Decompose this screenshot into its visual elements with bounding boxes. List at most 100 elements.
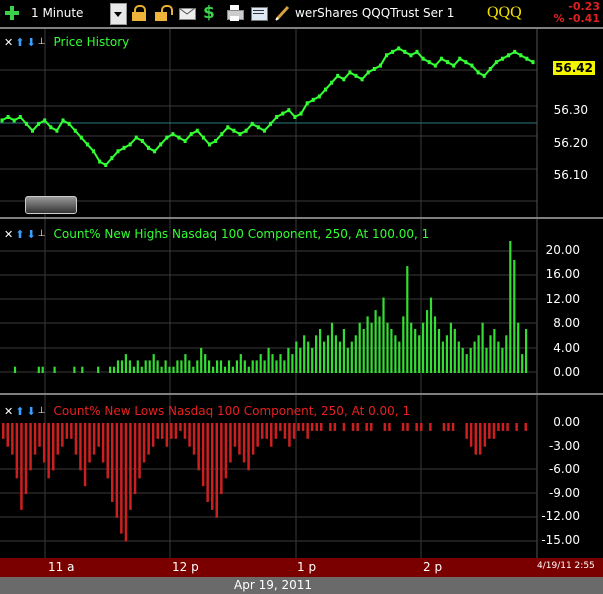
highs-bar bbox=[263, 360, 266, 373]
lows-bar bbox=[206, 423, 209, 502]
lows-bar bbox=[238, 423, 241, 455]
pin-icon[interactable]: ⊥ bbox=[38, 37, 46, 47]
close-icon[interactable]: ✕ bbox=[4, 36, 13, 49]
price-axis-label: 56.20 bbox=[553, 136, 588, 150]
price-bar bbox=[31, 128, 35, 133]
highs-bar bbox=[132, 366, 135, 373]
lows-bar bbox=[256, 423, 259, 447]
close-icon[interactable]: ✕ bbox=[4, 405, 13, 418]
highs-bar bbox=[219, 360, 223, 373]
lows-bar bbox=[74, 423, 78, 455]
highs-bar bbox=[259, 354, 262, 373]
symbol-name: werShares QQQTrust Ser 1 bbox=[295, 6, 455, 20]
price-bar bbox=[79, 135, 83, 140]
highs-bar bbox=[212, 366, 215, 373]
quote-icon[interactable] bbox=[250, 4, 268, 22]
price-bar bbox=[269, 121, 273, 126]
lows-bar bbox=[20, 423, 23, 510]
pane-divider[interactable] bbox=[0, 217, 603, 219]
lows-bar bbox=[165, 423, 169, 447]
highs-bar bbox=[13, 366, 17, 373]
dollar-icon[interactable]: $ bbox=[203, 4, 221, 22]
unlock-icon[interactable] bbox=[154, 4, 173, 22]
lows-bar bbox=[320, 423, 323, 431]
lows-bar bbox=[306, 423, 309, 439]
price-bar bbox=[165, 135, 169, 140]
lock-icon[interactable] bbox=[131, 4, 149, 22]
date-bar: Apr 19, 2011 bbox=[0, 577, 603, 594]
highs-bar bbox=[235, 360, 238, 373]
arrow-up-icon[interactable]: ⬆ bbox=[15, 405, 24, 418]
interval-selector[interactable]: 1 Minute bbox=[31, 6, 83, 20]
close-icon[interactable]: ✕ bbox=[4, 228, 13, 241]
lows-bar bbox=[274, 423, 278, 439]
lows-bar bbox=[115, 423, 119, 518]
lows-bar bbox=[474, 423, 477, 455]
highs-bar bbox=[338, 341, 341, 373]
price-bar bbox=[397, 46, 401, 51]
highs-bar bbox=[378, 316, 381, 373]
lows-bar bbox=[97, 423, 100, 447]
price-bar bbox=[330, 80, 334, 85]
pin-icon[interactable]: ⊥ bbox=[38, 229, 46, 239]
arrow-up-icon[interactable]: ⬆ bbox=[15, 228, 24, 241]
add-icon[interactable] bbox=[5, 6, 19, 20]
price-bar bbox=[323, 87, 327, 92]
print-icon[interactable] bbox=[226, 4, 244, 22]
highs-bar bbox=[330, 322, 334, 373]
lows-bar bbox=[251, 423, 255, 455]
lows-bar bbox=[401, 423, 405, 431]
scroll-handle[interactable] bbox=[25, 196, 77, 214]
highs-bar bbox=[437, 329, 441, 373]
highs-bar bbox=[362, 329, 365, 373]
interval-dropdown-button[interactable] bbox=[110, 3, 127, 25]
price-bar bbox=[73, 128, 77, 133]
price-bar bbox=[244, 128, 248, 133]
ticker-symbol[interactable]: QQQ bbox=[487, 4, 522, 22]
pin-icon[interactable]: ⊥ bbox=[38, 406, 46, 416]
highs-bar bbox=[433, 316, 437, 373]
axis-tick-label: 0.00 bbox=[553, 365, 580, 379]
highs-bar bbox=[489, 335, 492, 373]
lows-bar bbox=[365, 423, 368, 431]
price-bar bbox=[275, 115, 279, 119]
price-bar bbox=[446, 60, 450, 65]
lows-bar bbox=[215, 423, 218, 518]
highs-bar bbox=[453, 329, 456, 373]
pencil-icon[interactable] bbox=[274, 4, 292, 22]
highs-bar bbox=[481, 322, 484, 373]
axis-tick-label: 8.00 bbox=[553, 316, 580, 331]
highs-bar bbox=[176, 360, 179, 373]
email-icon[interactable] bbox=[178, 4, 196, 22]
highs-bar bbox=[513, 259, 516, 373]
highs-bar bbox=[227, 360, 231, 373]
highs-bar bbox=[402, 316, 405, 373]
arrow-up-icon[interactable]: ⬆ bbox=[15, 36, 24, 49]
arrow-down-icon[interactable]: ⬇ bbox=[26, 228, 35, 241]
price-bar bbox=[378, 63, 382, 68]
pane-divider[interactable] bbox=[0, 393, 603, 395]
highs-bar bbox=[231, 366, 234, 373]
highs-pane-title: Count% New Highs Nasdaq 100 Component, 2… bbox=[53, 227, 430, 241]
arrow-down-icon[interactable]: ⬇ bbox=[26, 36, 35, 49]
lows-bar bbox=[106, 423, 109, 479]
highs-bar bbox=[457, 341, 460, 373]
lows-bar bbox=[56, 423, 59, 455]
price-bar bbox=[433, 63, 437, 68]
arrow-down-icon[interactable]: ⬇ bbox=[26, 405, 35, 418]
highs-bar bbox=[53, 366, 56, 373]
lows-bar bbox=[188, 423, 191, 447]
chart-area bbox=[0, 29, 538, 558]
axis-tick-label: -9.00 bbox=[548, 485, 580, 500]
price-bar bbox=[43, 118, 47, 123]
axis-tick-label: 16.00 bbox=[545, 267, 580, 282]
highs-bar bbox=[390, 329, 393, 373]
highs-bar bbox=[243, 360, 246, 373]
price-bar bbox=[488, 67, 492, 71]
highs-bar bbox=[172, 366, 175, 373]
price-bar bbox=[12, 118, 16, 123]
price-bar bbox=[0, 118, 4, 123]
lows-bar bbox=[70, 423, 73, 439]
lows-bar bbox=[501, 423, 505, 431]
lows-bar bbox=[161, 423, 164, 439]
